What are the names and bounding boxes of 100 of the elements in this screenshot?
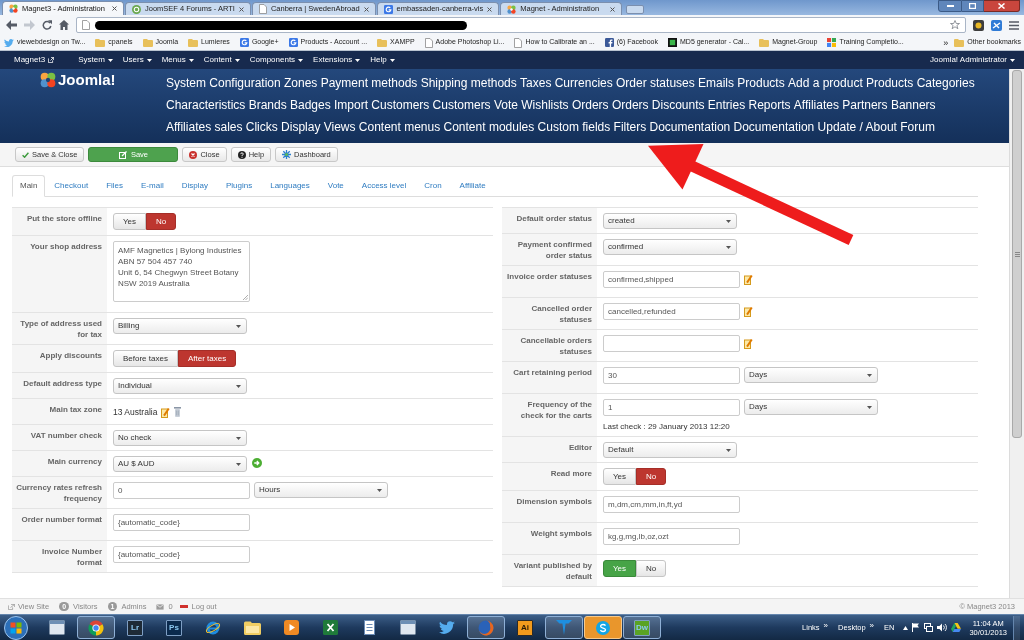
header-link[interactable]: Products [737, 74, 785, 92]
header-link[interactable]: Clicks [245, 118, 278, 136]
menu-item[interactable]: Users [122, 54, 152, 66]
dropdown[interactable]: AU $ AUD [113, 456, 247, 472]
text-area[interactable]: AMF Magnetics | Bylong Industries ABN 57 504 457 740 Unit 6, 54 Chegwyn Street Botany NSW 2019 Australia [113, 241, 250, 302]
tab[interactable]: Main [12, 175, 46, 197]
menu-icon[interactable] [1009, 20, 1019, 30]
dropdown[interactable]: created [603, 213, 737, 229]
text-field[interactable]: 0 [113, 482, 250, 499]
header-link[interactable]: Banners [890, 96, 936, 114]
toolbar-chevron[interactable]: » [869, 621, 875, 630]
triangle-logo-icon[interactable] [951, 623, 962, 632]
header-link[interactable]: Views [323, 118, 356, 136]
start-button[interactable] [4, 615, 28, 640]
dropdown[interactable]: Hours [254, 482, 388, 498]
tab[interactable]: Affiliate [450, 175, 495, 196]
header-link[interactable]: Discounts [651, 96, 705, 114]
header-link[interactable]: Taxes [520, 74, 552, 92]
header-link[interactable]: Shipping methods [420, 74, 517, 92]
tab[interactable]: Cron [415, 175, 451, 196]
header-link[interactable]: Reports [748, 96, 791, 114]
header-link[interactable]: Content menus [358, 118, 441, 136]
text-field[interactable]: {automatic_code} [113, 514, 250, 531]
flag-icon[interactable] [912, 623, 921, 632]
header-link[interactable]: Payment methods [320, 74, 418, 92]
tray-expand-icon[interactable] [903, 625, 909, 630]
header-link[interactable]: Documentation [649, 118, 731, 136]
taskbar-button[interactable]: Lr [116, 616, 154, 639]
header-link[interactable]: Order statuses [616, 74, 695, 92]
header-link[interactable]: Import [334, 96, 368, 114]
taskbar-button[interactable]: Ps [155, 616, 193, 639]
header-link[interactable]: Add a product [788, 74, 863, 92]
close-icon[interactable] [363, 6, 369, 12]
text-field[interactable]: confirmed,shipped [603, 271, 740, 288]
dropdown[interactable]: No check [113, 430, 247, 446]
header-link[interactable]: Vote [493, 96, 518, 114]
dropdown[interactable]: confirmed [603, 239, 737, 255]
menu-item[interactable]: Menus [161, 54, 194, 66]
text-field[interactable] [603, 335, 740, 352]
reload-icon[interactable] [42, 20, 52, 30]
close-icon[interactable] [610, 6, 616, 12]
menu-item[interactable]: Components [249, 54, 304, 66]
text-field[interactable]: kg,g,mg,lb,oz,ozt [603, 528, 740, 545]
toggle-option[interactable]: Yes [113, 213, 147, 230]
toggle-option[interactable]: No [636, 560, 667, 577]
header-link[interactable]: Currencies [554, 74, 613, 92]
dropdown[interactable]: Days [744, 367, 878, 383]
header-link[interactable]: Categories [916, 74, 975, 92]
extension-icon[interactable] [973, 19, 984, 31]
scrollbar-thumb[interactable] [1012, 70, 1022, 438]
toggle-option[interactable]: No [146, 213, 177, 230]
text-field[interactable]: 1 [603, 399, 740, 416]
tab[interactable]: Plugins [216, 175, 262, 196]
header-link[interactable]: Brands [248, 96, 287, 114]
header-link[interactable]: Partners [842, 96, 888, 114]
edit-icon[interactable] [744, 274, 753, 285]
extension-icon[interactable] [991, 19, 1002, 31]
speaker-icon[interactable] [937, 623, 948, 632]
close-icon[interactable] [487, 6, 493, 12]
taskbar-button[interactable]: Ai [506, 616, 544, 639]
minimize-button[interactable] [938, 0, 962, 12]
text-field[interactable]: cancelled,refunded [603, 303, 740, 320]
tab[interactable]: Files [97, 175, 133, 196]
header-link[interactable]: Zones [284, 74, 318, 92]
header-link[interactable]: Display [281, 118, 321, 136]
header-link[interactable]: Affiliates [793, 96, 839, 114]
header-link[interactable]: Emails [698, 74, 735, 92]
header-link[interactable]: Customers [371, 96, 430, 114]
dropdown[interactable]: Default [603, 442, 737, 458]
tab[interactable]: Display [172, 175, 217, 196]
header-link[interactable]: Customers [432, 96, 491, 114]
edit-icon[interactable] [744, 306, 753, 317]
header-link[interactable]: Update / About [817, 118, 897, 136]
header-link[interactable]: Documentation [733, 118, 815, 136]
menu-item[interactable]: Extensions [313, 54, 361, 66]
dropdown[interactable]: Days [744, 399, 878, 415]
star-icon[interactable] [950, 20, 960, 30]
trash-icon[interactable] [174, 407, 182, 417]
menu-item[interactable]: System [78, 54, 113, 66]
bookmarks-overflow-button[interactable]: » [943, 37, 949, 48]
close-button[interactable] [984, 0, 1020, 12]
header-link[interactable]: Custom fields [537, 118, 611, 136]
header-link[interactable]: Orders [611, 96, 649, 114]
menu-item[interactable]: Content [203, 54, 240, 66]
menu-item[interactable]: Help [370, 54, 395, 66]
header-link[interactable]: Badges [290, 96, 331, 114]
toggle-option[interactable]: Yes [603, 468, 637, 485]
header-link[interactable]: Orders [571, 96, 609, 114]
edit-icon[interactable] [161, 407, 171, 418]
network-icon[interactable] [924, 623, 934, 632]
tab[interactable]: Access level [352, 175, 416, 196]
user-menu[interactable]: Joomla! Administrator [930, 54, 1015, 66]
dropdown[interactable]: Billing [113, 318, 247, 334]
tab[interactable]: E-mail [132, 175, 173, 196]
text-field[interactable]: m,dm,cm,mm,in,ft,yd [603, 496, 740, 513]
header-link[interactable]: Configuration [209, 74, 281, 92]
header-link[interactable]: Filters [613, 118, 647, 136]
home-icon[interactable] [59, 20, 69, 30]
text-field[interactable]: {automatic_code} [113, 546, 250, 563]
header-link[interactable]: Products [866, 74, 914, 92]
